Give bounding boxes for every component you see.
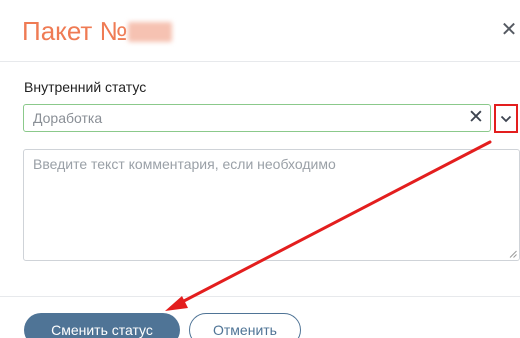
footer-divider xyxy=(0,296,520,297)
internal-status-label: Внутренний статус xyxy=(24,79,147,95)
close-icon[interactable]: ✕ xyxy=(500,20,518,40)
clear-icon[interactable]: ✕ xyxy=(467,108,485,128)
chevron-down-icon xyxy=(500,115,512,122)
annotation-arrowhead xyxy=(165,296,188,311)
change-status-button[interactable]: Сменить статус xyxy=(24,313,180,338)
status-dropdown-toggle[interactable] xyxy=(494,104,518,133)
comment-textarea[interactable]: Введите текст комментария, если необходи… xyxy=(23,149,520,261)
resize-handle-icon[interactable] xyxy=(509,250,517,258)
status-change-dialog: Пакет № ✕ Внутренний статус Доработка ✕ … xyxy=(0,0,520,338)
cancel-button[interactable]: Отменить xyxy=(189,313,301,338)
redacted-package-number xyxy=(128,21,173,42)
comment-placeholder: Введите текст комментария, если необходи… xyxy=(33,156,336,172)
header-divider xyxy=(0,61,520,62)
internal-status-value: Доработка xyxy=(33,110,103,126)
dialog-title-text: Пакет № xyxy=(22,16,128,46)
dialog-title: Пакет № xyxy=(22,16,173,47)
internal-status-select[interactable]: Доработка ✕ xyxy=(23,104,491,132)
